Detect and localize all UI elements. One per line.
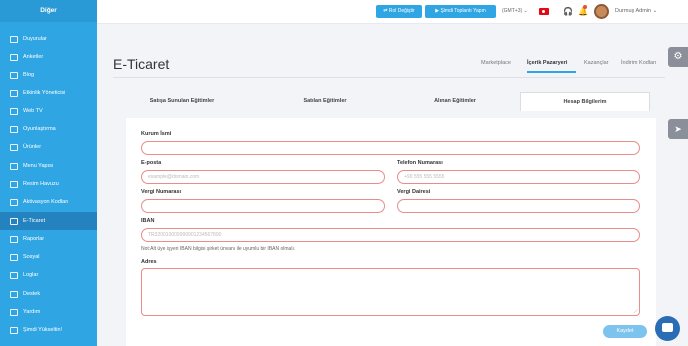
tax-number-input[interactable] bbox=[141, 199, 385, 213]
menu-item-icon bbox=[10, 162, 18, 170]
divider bbox=[113, 77, 665, 78]
sidebar-item[interactable]: Oyunlaştırma bbox=[0, 120, 97, 138]
sidebar-item-label: Destek bbox=[23, 291, 41, 297]
tab-purchased-trainings[interactable]: Alınan Eğitimler bbox=[380, 92, 530, 111]
menu-item-icon bbox=[10, 107, 18, 115]
sidebar-item[interactable]: Anketler bbox=[0, 48, 97, 66]
tab-discount-codes[interactable]: İndirim Kodları bbox=[621, 60, 656, 66]
rocket-icon[interactable]: ➤ bbox=[668, 119, 688, 139]
avatar[interactable] bbox=[594, 4, 609, 19]
sidebar-item-label: Duyurular bbox=[23, 36, 47, 42]
sidebar-item[interactable]: Destek bbox=[0, 285, 97, 303]
sidebar-item[interactable]: Aktivasyon Kodları bbox=[0, 193, 97, 211]
menu-item-icon bbox=[10, 290, 18, 298]
sidebar-item-label: Blog bbox=[23, 72, 35, 78]
menu-item-icon bbox=[10, 89, 18, 97]
chevron-down-icon: ⌄ bbox=[523, 8, 528, 14]
tab-content-marketplace[interactable]: İçerik Pazaryeri bbox=[527, 60, 567, 66]
sidebar-title: Diğer bbox=[0, 0, 97, 22]
tab-offered-trainings[interactable]: Satışa Sunulan Eğitimler bbox=[126, 92, 238, 111]
sidebar-item[interactable]: Duyurular bbox=[0, 30, 97, 48]
tax-office-label: Vergi Dairesi bbox=[397, 189, 431, 195]
tab-account-info[interactable]: Hesap Bilgilerim bbox=[520, 92, 650, 111]
active-tab-indicator bbox=[527, 71, 576, 73]
iban-input[interactable]: TR320010009999901234567890 bbox=[141, 228, 640, 242]
address-textarea[interactable] bbox=[141, 268, 640, 316]
sidebar-item-label: Etkinlik Yöneticisi bbox=[23, 90, 66, 96]
sidebar-item-label: Aktivasyon Kodları bbox=[23, 199, 69, 205]
sidebar-item[interactable]: Şimdi Yükseltin! bbox=[0, 321, 97, 339]
sidebar-item[interactable]: Blog bbox=[0, 66, 97, 84]
menu-item-icon bbox=[10, 235, 18, 243]
sidebar-item[interactable]: Sosyal bbox=[0, 248, 97, 266]
iban-note: Not:Alt üye işyeri IBAN bilgisi şirket ü… bbox=[141, 246, 296, 252]
sidebar-item-label: Ürünler bbox=[23, 144, 42, 150]
tax-office-input[interactable] bbox=[397, 199, 640, 213]
menu-item-icon bbox=[10, 53, 18, 61]
sidebar-item[interactable]: Ürünler bbox=[0, 138, 97, 156]
sidebar-item[interactable]: E-Ticaret bbox=[0, 212, 97, 230]
timezone-label: (GMT+3) bbox=[502, 8, 523, 14]
sidebar-item[interactable]: Yardım bbox=[0, 303, 97, 321]
sidebar-item-label: E-Ticaret bbox=[23, 218, 46, 224]
language-flag-icon[interactable] bbox=[539, 8, 549, 15]
chat-icon[interactable] bbox=[655, 316, 680, 341]
phone-input[interactable]: +90 555 555 5555 bbox=[397, 170, 640, 184]
sidebar-item-label: Loglar bbox=[23, 272, 39, 278]
company-name-input[interactable] bbox=[141, 141, 640, 155]
sidebar-item[interactable]: Loglar bbox=[0, 266, 97, 284]
sidebar-item-label: Anketler bbox=[23, 54, 44, 60]
sidebar-item-label: Sosyal bbox=[23, 254, 40, 260]
menu-item-icon bbox=[10, 198, 18, 206]
resize-handle-icon[interactable]: ⟋ bbox=[634, 309, 638, 315]
user-name: Durmuş Admin bbox=[615, 8, 652, 14]
phone-label: Telefon Numarası bbox=[397, 160, 443, 166]
sidebar-item-label: Şimdi Yükseltin! bbox=[23, 327, 63, 333]
chevron-down-icon: ⌄ bbox=[652, 8, 658, 14]
meet-now-label: Şimdi Toplantı Yapın bbox=[440, 8, 486, 14]
iban-label: IBAN bbox=[141, 218, 155, 224]
address-label: Adres bbox=[141, 259, 157, 265]
sidebar-item[interactable]: Resim Havuzu bbox=[0, 175, 97, 193]
sidebar-item-label: Resim Havuzu bbox=[23, 181, 59, 187]
tax-number-label: Vergi Numarası bbox=[141, 189, 182, 195]
headset-icon[interactable]: 🎧 bbox=[563, 7, 573, 16]
sidebar-item-label: Menu Yapısı bbox=[23, 163, 54, 169]
notification-badge bbox=[583, 5, 587, 9]
menu-item-icon bbox=[10, 125, 18, 133]
email-label: E-posta bbox=[141, 160, 162, 166]
sidebar-item-label: Web TV bbox=[23, 108, 43, 114]
menu-item-icon bbox=[10, 308, 18, 316]
menu-item-icon bbox=[10, 271, 18, 279]
sidebar-item[interactable]: Web TV bbox=[0, 102, 97, 120]
company-name-label: Kurum İsmi bbox=[141, 131, 172, 137]
timezone-select[interactable]: (GMT+3) ⌄ bbox=[502, 8, 528, 14]
user-menu[interactable]: Durmuş Admin ⌄ bbox=[615, 8, 657, 14]
menu-item-icon bbox=[10, 71, 18, 79]
tab-earnings[interactable]: Kazançlar bbox=[584, 60, 608, 66]
menu-item-icon bbox=[10, 35, 18, 43]
sidebar-item[interactable]: Menu Yapısı bbox=[0, 157, 97, 175]
sidebar-item-label: Yardım bbox=[23, 309, 41, 315]
role-change-label: Rol Değiştir bbox=[388, 8, 415, 14]
sidebar-item[interactable]: Raporlar bbox=[0, 230, 97, 248]
meet-now-button[interactable]: ▶ Şimdi Toplantı Yapın bbox=[425, 5, 496, 18]
sidebar-item-label: Oyunlaştırma bbox=[23, 126, 56, 132]
page-title: E-Ticaret bbox=[113, 56, 170, 72]
sidebar-item[interactable]: Etkinlik Yöneticisi bbox=[0, 84, 97, 102]
gear-icon[interactable]: ⚙ bbox=[668, 47, 688, 67]
email-input[interactable]: example@domain.com bbox=[141, 170, 385, 184]
role-change-button[interactable]: ⇄ Rol Değiştir bbox=[376, 5, 422, 18]
save-button[interactable]: Kaydet bbox=[603, 325, 647, 338]
menu-item-icon bbox=[10, 253, 18, 261]
menu-item-icon bbox=[10, 143, 18, 151]
sidebar-item-label: Raporlar bbox=[23, 236, 45, 242]
menu-item-icon bbox=[10, 180, 18, 188]
menu-item-icon bbox=[10, 326, 18, 334]
menu-item-icon bbox=[10, 217, 18, 225]
tab-marketplace[interactable]: Marketplace bbox=[481, 60, 511, 66]
